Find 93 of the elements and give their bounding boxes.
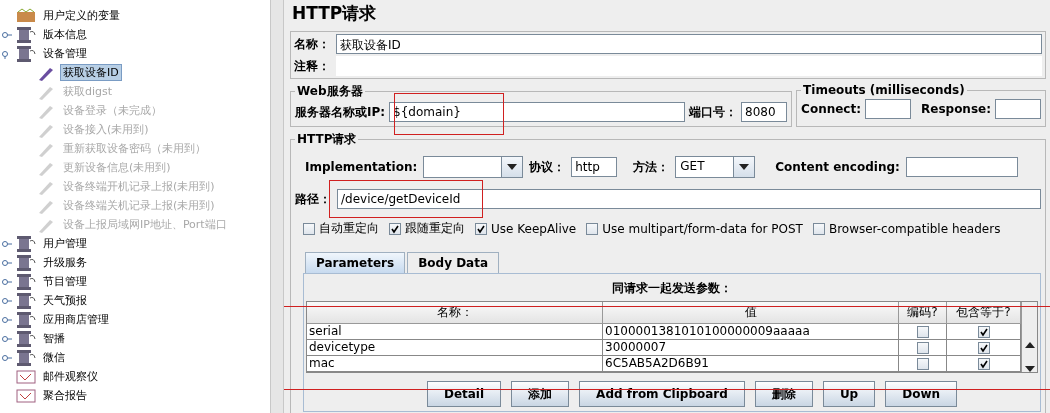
comment-label: 注释： bbox=[294, 57, 330, 75]
tree-item[interactable]: 用户管理 bbox=[40, 235, 90, 252]
tab[interactable]: Body Data bbox=[407, 252, 500, 273]
expand-handle-icon[interactable] bbox=[2, 295, 12, 306]
server-label: 服务器名称或IP: bbox=[295, 103, 386, 121]
checkbox-label: Use multipart/form-data for POST bbox=[602, 221, 803, 236]
path-field[interactable]: /device/getDeviceId bbox=[337, 189, 1041, 209]
checkbox[interactable] bbox=[475, 222, 487, 235]
tree-item[interactable]: 用户定义的变量 bbox=[40, 7, 123, 24]
checkbox-label: 跟随重定向 bbox=[405, 220, 465, 237]
group-legend: Web服务器 bbox=[295, 83, 365, 100]
spool-icon bbox=[16, 253, 36, 272]
table-cell: 6C5AB5A2D6B91 bbox=[603, 356, 899, 372]
checkbox[interactable] bbox=[977, 325, 990, 338]
column-header[interactable]: 值 bbox=[603, 302, 899, 324]
checkbox[interactable] bbox=[586, 222, 599, 235]
caret-icon bbox=[739, 164, 750, 170]
tree-item[interactable]: 邮件观察仪 bbox=[40, 368, 101, 385]
spool-icon bbox=[16, 291, 36, 310]
response-label: Response: bbox=[921, 102, 991, 116]
expand-handle-icon[interactable] bbox=[2, 314, 12, 325]
tree-item[interactable]: 获取设备ID bbox=[60, 64, 122, 81]
spool-icon bbox=[16, 44, 36, 63]
tree-item[interactable]: 微信 bbox=[40, 349, 68, 366]
table-action-button[interactable]: Down bbox=[885, 381, 958, 407]
table-cell: serial bbox=[307, 324, 603, 340]
checkbox-label: 自动重定向 bbox=[319, 220, 379, 237]
table-cell: mac bbox=[307, 356, 603, 372]
spool-icon bbox=[16, 25, 36, 44]
server-field[interactable]: ${domain} bbox=[389, 102, 686, 122]
column-header[interactable]: 名称： bbox=[307, 302, 603, 324]
spool-icon bbox=[16, 329, 36, 348]
column-header[interactable]: 包含等于? bbox=[947, 302, 1021, 324]
connect-label: Connect: bbox=[801, 102, 861, 116]
spool-icon bbox=[16, 272, 36, 291]
checkbox[interactable] bbox=[389, 222, 401, 235]
spool-icon bbox=[16, 348, 36, 367]
table-cell: devicetype bbox=[307, 340, 603, 356]
caret-icon bbox=[507, 164, 518, 170]
method-label: 方法： bbox=[633, 158, 670, 176]
checkbox[interactable] bbox=[916, 341, 929, 354]
protocol-field[interactable]: http bbox=[571, 157, 618, 177]
name-label: 名称： bbox=[294, 35, 330, 53]
tree-item[interactable]: 聚合报告 bbox=[40, 387, 90, 404]
name-field[interactable]: 获取设备ID bbox=[336, 34, 1042, 54]
panel-title: HTTP请求 bbox=[291, 2, 378, 25]
checkbox[interactable] bbox=[977, 357, 990, 370]
protocol-label: 协议： bbox=[529, 158, 566, 176]
implementation-dropdown[interactable] bbox=[423, 156, 524, 178]
variables-icon bbox=[16, 7, 36, 24]
scroll-down-icon[interactable] bbox=[1024, 366, 1035, 372]
chart-icon bbox=[16, 368, 36, 385]
checkbox[interactable] bbox=[916, 357, 929, 370]
tab[interactable]: Parameters bbox=[305, 252, 406, 273]
checkbox-label: Use KeepAlive bbox=[491, 221, 577, 236]
method-dropdown[interactable]: GET bbox=[675, 156, 756, 178]
port-label: 端口号： bbox=[689, 103, 738, 121]
checkbox-label: Browser-compatible headers bbox=[828, 221, 1001, 236]
path-label: 路径： bbox=[295, 190, 331, 208]
table-title: 同请求一起发送参数： bbox=[611, 280, 733, 297]
chart-icon bbox=[16, 387, 36, 404]
table-cell: 30000007 bbox=[603, 340, 899, 356]
checkbox[interactable] bbox=[303, 222, 315, 235]
tree-item[interactable]: 应用商店管理 bbox=[40, 311, 112, 328]
spool-icon bbox=[16, 234, 36, 253]
encoding-label: Content encoding: bbox=[775, 160, 900, 174]
expand-handle-icon[interactable] bbox=[2, 276, 12, 287]
tree-item[interactable]: 智播 bbox=[40, 330, 68, 347]
column-header[interactable]: 编码? bbox=[899, 302, 947, 324]
group-legend: HTTP请求 bbox=[295, 131, 359, 148]
expand-handle-icon[interactable] bbox=[2, 238, 12, 249]
tree-item[interactable]: 版本信息 bbox=[40, 26, 90, 43]
port-field[interactable]: 8080 bbox=[741, 102, 788, 122]
tree-item[interactable]: 天气预报 bbox=[40, 292, 90, 309]
expand-handle-icon[interactable] bbox=[2, 257, 12, 268]
checkbox[interactable] bbox=[916, 325, 929, 338]
scrollbar[interactable] bbox=[1021, 302, 1037, 372]
expand-handle-icon[interactable] bbox=[2, 333, 12, 344]
implementation-label: Implementation: bbox=[305, 160, 418, 174]
group-legend: Timeouts (milliseconds) bbox=[801, 83, 967, 97]
expand-handle-icon[interactable] bbox=[2, 352, 12, 363]
expand-handle-icon[interactable] bbox=[2, 29, 12, 40]
spool-icon bbox=[16, 310, 36, 329]
checkbox[interactable] bbox=[812, 222, 825, 235]
checkbox[interactable] bbox=[977, 341, 990, 354]
tree-item[interactable]: 节目管理 bbox=[40, 273, 90, 290]
table-cell: 0100001381010100000009aaaaa bbox=[603, 324, 899, 340]
connect-field[interactable] bbox=[865, 99, 911, 119]
tree-item[interactable]: 升级服务 bbox=[40, 254, 90, 271]
tree-item[interactable]: 设备管理 bbox=[40, 45, 90, 62]
encoding-field[interactable] bbox=[905, 157, 1018, 177]
response-field[interactable] bbox=[995, 99, 1041, 119]
scroll-up-icon[interactable] bbox=[1024, 341, 1035, 348]
